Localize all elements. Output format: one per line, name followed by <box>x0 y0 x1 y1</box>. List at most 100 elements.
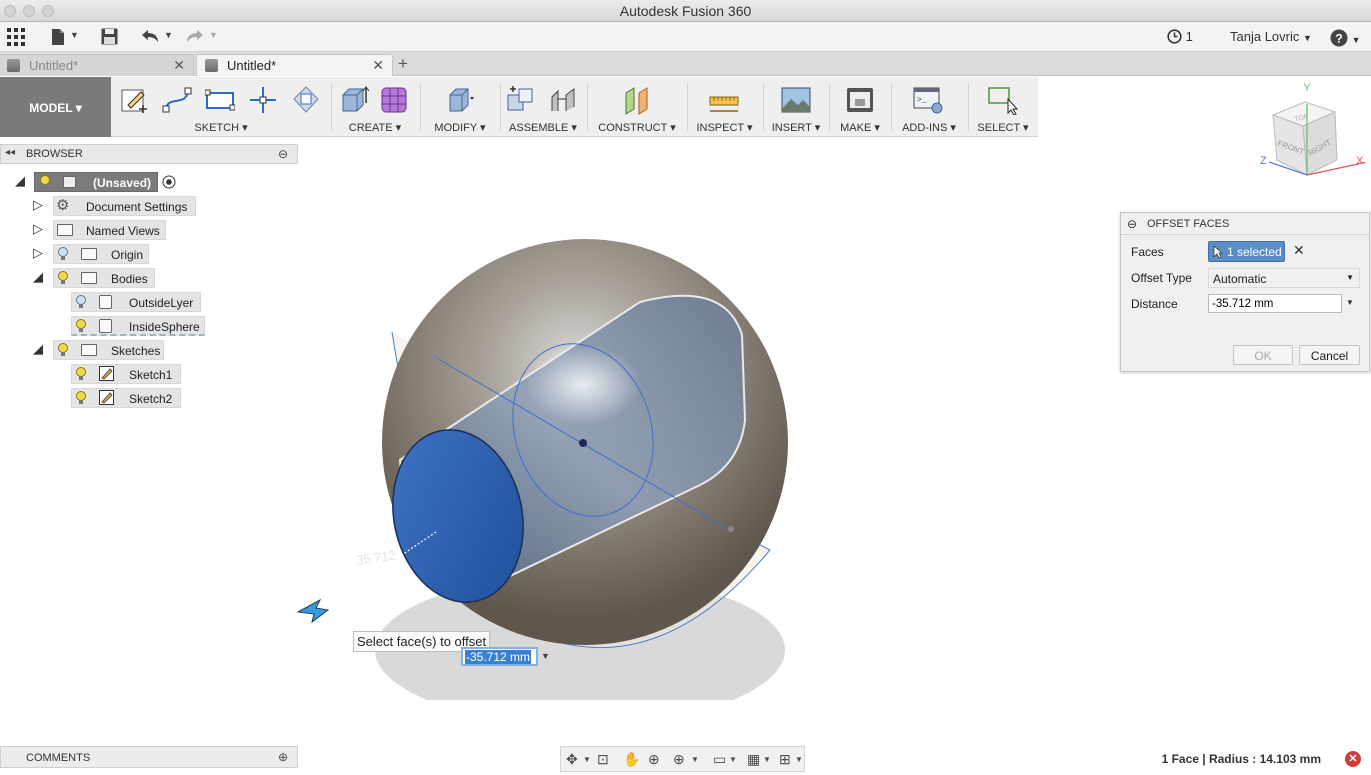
minimize-panel-icon[interactable]: ⊖ <box>278 147 288 161</box>
distance-input[interactable] <box>1208 294 1342 313</box>
browser-item-sketch2[interactable]: Sketch2 <box>0 388 200 408</box>
measure-icon[interactable] <box>709 85 739 115</box>
collapse-panel-icon[interactable]: ◂◂ <box>5 147 15 158</box>
offset-plane-icon[interactable] <box>622 85 652 115</box>
create-menu[interactable]: CREATE ▾ <box>333 121 417 134</box>
rectangle-icon[interactable] <box>205 85 235 115</box>
redo-icon[interactable] <box>185 28 205 48</box>
tab-untitled-2[interactable]: Untitled* ✕ <box>196 54 393 76</box>
chevron-down-icon[interactable]: ▼ <box>729 755 737 764</box>
collapse-dialog-icon[interactable]: ⊖ <box>1127 217 1137 231</box>
chevron-down-icon[interactable]: ▼ <box>209 30 218 40</box>
fit-icon[interactable]: ⊕ <box>673 751 685 768</box>
new-component-icon[interactable] <box>506 85 536 115</box>
chevron-down-icon[interactable]: ▼ <box>541 651 550 661</box>
browser-item-origin[interactable]: ▷ Origin <box>0 244 200 264</box>
chevron-down-icon[interactable]: ▼ <box>795 755 803 764</box>
line-icon[interactable] <box>162 85 192 115</box>
browser-root[interactable]: ◢ (Unsaved) <box>0 172 200 192</box>
create-sketch-icon[interactable] <box>119 85 149 115</box>
tab-untitled-1[interactable]: Untitled* ✕ <box>0 54 194 76</box>
help-button[interactable]: ? ▼ <box>1330 29 1361 47</box>
look-at-icon[interactable]: ⊡ <box>597 751 609 768</box>
collapsed-triangle-icon[interactable]: ▷ <box>33 245 43 261</box>
collapsed-triangle-icon[interactable]: ▷ <box>33 221 43 237</box>
error-icon[interactable]: ✕ <box>1345 751 1361 767</box>
chevron-down-icon[interactable]: ▼ <box>583 755 591 764</box>
select-icon[interactable] <box>988 85 1018 115</box>
assemble-menu[interactable]: ASSEMBLE ▾ <box>502 121 584 134</box>
select-menu[interactable]: SELECT ▾ <box>970 121 1036 134</box>
cancel-button[interactable]: Cancel <box>1299 345 1360 365</box>
orbit-icon[interactable]: ✥ <box>566 751 578 768</box>
browser-item-sketches[interactable]: ◢ Sketches <box>0 340 200 360</box>
expanded-triangle-icon[interactable]: ◢ <box>33 269 43 285</box>
collapsed-triangle-icon[interactable]: ▷ <box>33 197 43 213</box>
faces-selection-button[interactable]: 1 selected <box>1208 241 1285 262</box>
canvas-distance-input[interactable]: -35.712 mm <box>461 647 538 666</box>
lightbulb-icon[interactable] <box>75 367 87 381</box>
user-menu[interactable]: Tanja Lovric ▼ <box>1230 29 1312 44</box>
construct-menu[interactable]: CONSTRUCT ▾ <box>589 121 685 134</box>
lightbulb-icon[interactable] <box>39 175 51 189</box>
insert-image-icon[interactable] <box>781 85 811 115</box>
chevron-down-icon[interactable]: ▼ <box>70 30 79 40</box>
chevron-down-icon[interactable]: ▼ <box>763 755 771 764</box>
lightbulb-icon[interactable] <box>75 319 87 333</box>
insert-menu[interactable]: INSERT ▾ <box>765 121 827 134</box>
model-viewport[interactable] <box>280 220 820 700</box>
browser-item-insidesphere[interactable]: InsideSphere <box>0 316 210 336</box>
joint-icon[interactable] <box>548 85 578 115</box>
lightbulb-icon[interactable] <box>57 271 69 285</box>
sketch-menu[interactable]: SKETCH ▾ <box>113 121 329 134</box>
expanded-triangle-icon[interactable]: ◢ <box>15 173 25 189</box>
folder-icon <box>81 272 97 284</box>
browser-item-outsidelyer[interactable]: OutsideLyer <box>0 292 210 312</box>
project-icon[interactable] <box>291 85 321 115</box>
expanded-triangle-icon[interactable]: ◢ <box>33 341 43 357</box>
modify-menu[interactable]: MODIFY ▾ <box>422 121 498 134</box>
add-comment-icon[interactable]: ⊕ <box>278 750 288 764</box>
viewports-icon[interactable]: ⊞ <box>779 751 791 768</box>
add-ins-menu[interactable]: ADD-INS ▾ <box>893 121 965 134</box>
display-settings-icon[interactable]: ▭ <box>713 751 726 768</box>
close-icon[interactable]: ✕ <box>372 57 384 74</box>
lightbulb-icon[interactable] <box>75 391 87 405</box>
grid-settings-icon[interactable]: ▦ <box>747 751 760 768</box>
browser-item-document-settings[interactable]: ▷ Document Settings ⚙ <box>0 196 200 216</box>
make-menu[interactable]: MAKE ▾ <box>831 121 889 134</box>
zoom-icon[interactable]: ⊕ <box>648 751 660 768</box>
browser-item-sketch1[interactable]: Sketch1 <box>0 364 200 384</box>
lightbulb-icon[interactable] <box>57 343 69 357</box>
browser-item-named-views[interactable]: ▷ Named Views <box>0 220 200 240</box>
press-pull-icon[interactable] <box>444 85 474 115</box>
clear-selection-icon[interactable]: ✕ <box>1293 242 1305 259</box>
ok-button[interactable]: OK <box>1233 345 1293 365</box>
chevron-down-icon[interactable]: ▼ <box>1346 298 1354 307</box>
offset-type-select[interactable]: Automatic ▼ <box>1208 268 1360 288</box>
chevron-down-icon[interactable]: ▼ <box>691 755 699 764</box>
undo-icon[interactable] <box>140 28 160 48</box>
job-status-button[interactable]: 1 <box>1167 29 1193 44</box>
save-icon[interactable] <box>101 28 118 49</box>
browser-item-bodies[interactable]: ◢ Bodies <box>0 268 200 288</box>
view-cube[interactable]: TOP FRONT RIGHT Y X Z <box>1255 80 1365 180</box>
3d-print-icon[interactable] <box>845 85 875 115</box>
comments-title: COMMENTS <box>26 752 91 764</box>
inspect-menu[interactable]: INSPECT ▾ <box>689 121 760 134</box>
offset-arrow-icon[interactable] <box>296 598 330 624</box>
workspace-switcher[interactable]: MODEL ▾ <box>0 77 111 137</box>
activate-radio-icon[interactable] <box>162 175 176 189</box>
grid-icon[interactable] <box>7 28 25 50</box>
close-icon[interactable]: ✕ <box>173 57 185 74</box>
extrude-icon[interactable] <box>339 85 369 115</box>
point-icon[interactable] <box>248 85 278 115</box>
new-tab-button[interactable]: + <box>398 54 408 74</box>
form-icon[interactable] <box>379 85 409 115</box>
file-icon[interactable] <box>51 28 65 50</box>
lightbulb-off-icon[interactable] <box>75 295 87 309</box>
chevron-down-icon[interactable]: ▼ <box>164 30 173 40</box>
lightbulb-off-icon[interactable] <box>57 247 69 261</box>
pan-icon[interactable]: ✋ <box>623 751 640 768</box>
scripts-icon[interactable]: >_ <box>913 85 943 115</box>
